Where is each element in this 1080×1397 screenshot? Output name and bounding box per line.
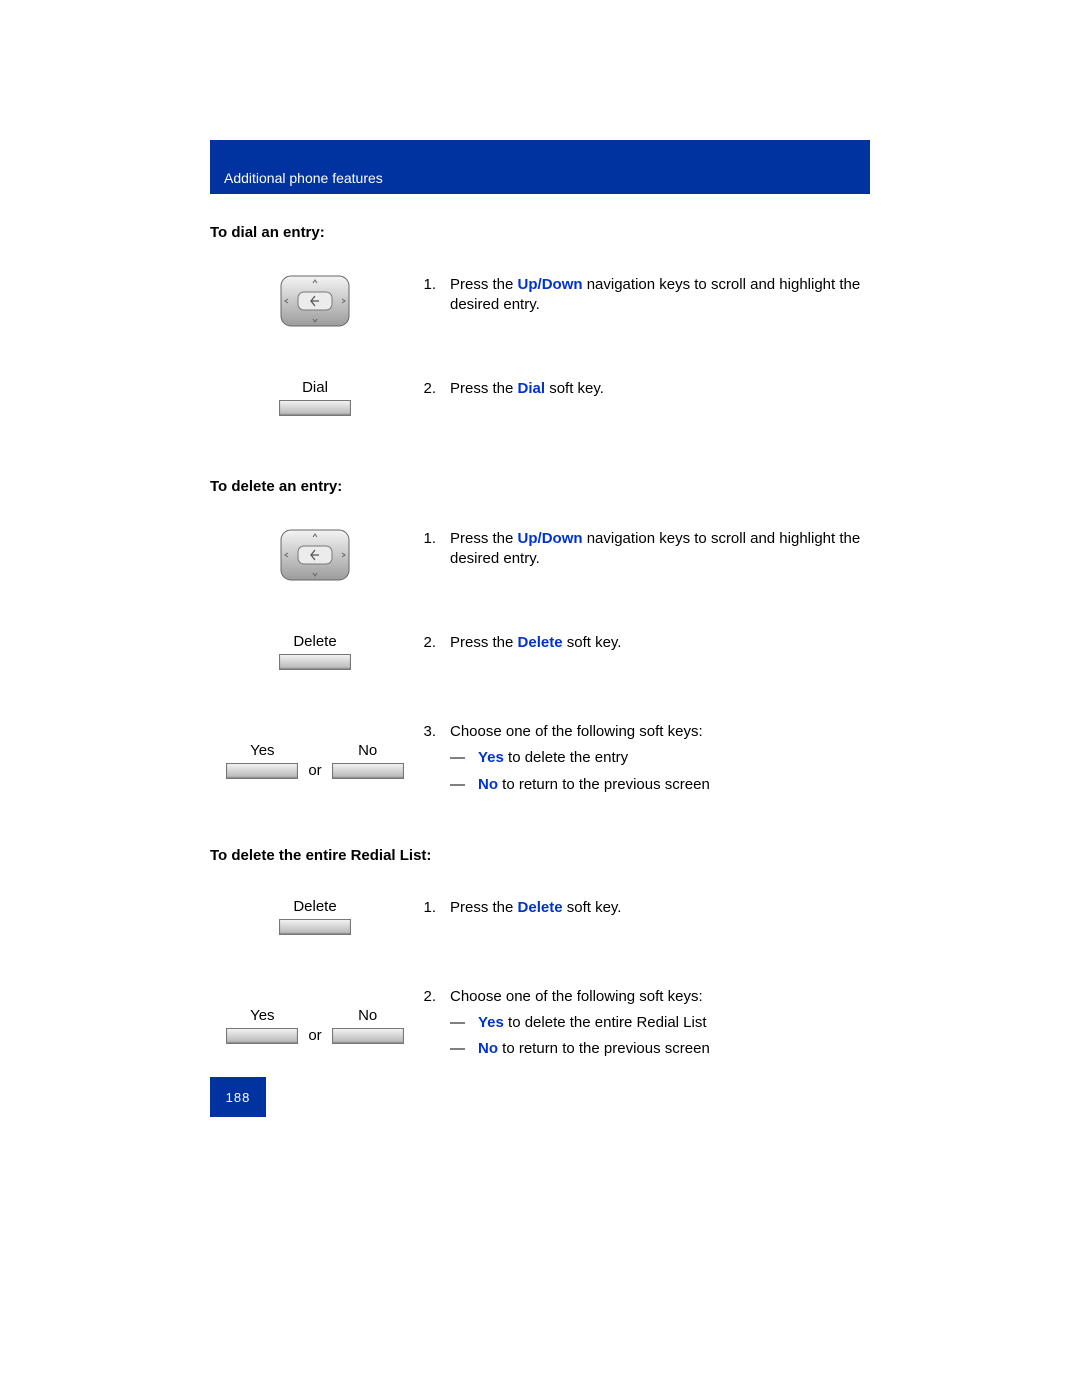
soft-key-icon xyxy=(332,1028,404,1044)
keyword-no: No xyxy=(478,776,498,793)
step-text: 2. Press the Dial soft key. xyxy=(420,379,870,399)
keyword-delete: Delete xyxy=(518,634,563,651)
step-row: Yes or No 2. Choose one of the following… xyxy=(210,987,870,1060)
step-text: 3. Choose one of the following soft keys… xyxy=(420,722,870,795)
keyword-updown: Up/Down xyxy=(518,276,583,293)
yes-no-keys: Yes or No xyxy=(226,742,403,779)
keyword-no: No xyxy=(478,1040,498,1057)
keyword-updown: Up/Down xyxy=(518,530,583,547)
soft-key-icon xyxy=(226,763,298,779)
step-text: 1. Press the Up/Down navigation keys to … xyxy=(420,529,870,570)
keyword-yes: Yes xyxy=(478,1014,504,1031)
soft-key-icon xyxy=(332,763,404,779)
soft-key-icon xyxy=(226,1028,298,1044)
keyword-dial: Dial xyxy=(518,380,546,397)
document-page: Additional phone features To dial an ent… xyxy=(0,0,1080,1397)
step-row: Delete 1. Press the Delete soft key. xyxy=(210,898,870,935)
nav-pad-icon xyxy=(280,529,350,581)
step-text: 2. Choose one of the following soft keys… xyxy=(420,987,870,1060)
keyword-delete: Delete xyxy=(518,899,563,916)
step-text: 1. Press the Up/Down navigation keys to … xyxy=(420,275,870,316)
yes-no-keys: Yes or No xyxy=(226,1007,403,1044)
step-text: 1. Press the Delete soft key. xyxy=(420,898,870,918)
soft-key-dial: Dial xyxy=(279,379,351,416)
soft-key-icon xyxy=(279,919,351,935)
soft-key-delete: Delete xyxy=(279,898,351,935)
soft-key-icon xyxy=(279,400,351,416)
page-number: 188 xyxy=(210,1077,266,1117)
section-heading-delete-entry: To delete an entry: xyxy=(210,478,870,495)
page-header-title: Additional phone features xyxy=(224,170,383,186)
page-header: Additional phone features xyxy=(210,140,870,194)
step-row: Yes or No 3. Choose one of the following… xyxy=(210,722,870,795)
step-text: 2. Press the Delete soft key. xyxy=(420,633,870,653)
step-row: Delete 2. Press the Delete soft key. xyxy=(210,633,870,670)
section-heading-delete-list: To delete the entire Redial List: xyxy=(210,847,870,864)
step-row: Dial 2. Press the Dial soft key. xyxy=(210,379,870,416)
navigation-pad-icon xyxy=(280,529,350,581)
soft-key-delete: Delete xyxy=(279,633,351,670)
soft-key-icon xyxy=(279,654,351,670)
step-row: 1. Press the Up/Down navigation keys to … xyxy=(210,529,870,581)
keyword-yes: Yes xyxy=(478,749,504,766)
navigation-pad-icon xyxy=(280,275,350,327)
step-row: 1. Press the Up/Down navigation keys to … xyxy=(210,275,870,327)
section-heading-dial: To dial an entry: xyxy=(210,224,870,241)
nav-pad-icon xyxy=(280,275,350,327)
